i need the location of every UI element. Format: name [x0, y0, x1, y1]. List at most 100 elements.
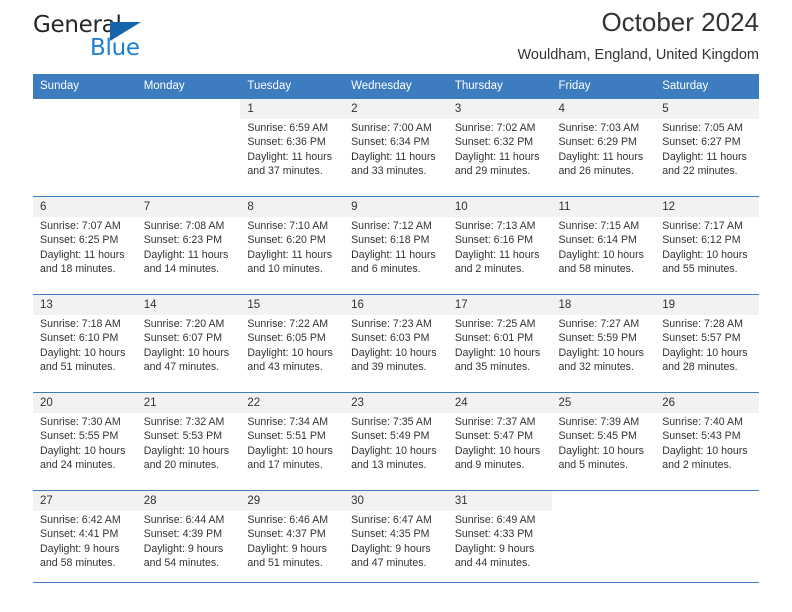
day-number-30[interactable]: 30 [344, 490, 448, 511]
day-detail-13: Sunrise: 7:18 AM Sunset: 6:10 PM Daylight:… [33, 315, 137, 386]
day-number-28[interactable]: 28 [136, 490, 241, 511]
day-detail-line: and 24 minutes. [40, 459, 116, 472]
day-detail-line: Sunrise: 7:22 AM [247, 318, 329, 330]
day-number-25[interactable]: 25 [551, 392, 656, 413]
day-detail-line: Sunrise: 7:02 AM [454, 122, 536, 134]
day-detail-empty [551, 511, 656, 582]
day-number-22[interactable]: 22 [240, 392, 345, 413]
week-daynumber-row: 12345 [33, 98, 759, 119]
day-number-2[interactable]: 2 [344, 98, 448, 119]
day-detail-line: Sunrise: 7:00 AM [351, 122, 432, 134]
week-detail-row: Sunrise: 6:59 AM Sunset: 6:36 PM Daylight:… [33, 119, 759, 190]
day-detail-line: and 20 minutes. [143, 459, 220, 472]
day-detail-line: Sunrise: 7:10 AM [247, 220, 329, 232]
day-detail-line: Daylight: 11 hours [247, 248, 333, 261]
day-detail-line: and 28 minutes. [662, 361, 738, 374]
day-detail-24: Sunrise: 7:37 AM Sunset: 5:47 PM Daylight:… [447, 413, 552, 484]
day-number-21[interactable]: 21 [136, 392, 241, 413]
day-number-23[interactable]: 23 [344, 392, 448, 413]
day-detail-line: Daylight: 9 hours [454, 542, 535, 555]
day-number-31[interactable]: 31 [447, 490, 552, 511]
day-detail-line: Sunrise: 6:42 AM [40, 514, 121, 526]
weekday-header-friday: Friday [551, 74, 656, 99]
day-detail-line: and 17 minutes. [247, 459, 323, 472]
day-detail-line: Sunset: 6:27 PM [662, 136, 741, 149]
day-detail-line: Daylight: 11 hours [40, 248, 125, 261]
day-detail-line: Daylight: 10 hours [143, 444, 230, 457]
day-number-29[interactable]: 29 [240, 490, 345, 511]
day-number-19[interactable]: 19 [655, 294, 759, 315]
day-detail-line: Daylight: 11 hours [351, 150, 436, 163]
day-detail-23: Sunrise: 7:35 AM Sunset: 5:49 PM Daylight:… [344, 413, 448, 484]
day-detail-line: and 18 minutes. [40, 263, 116, 276]
day-detail-line: Daylight: 11 hours [351, 248, 436, 261]
day-detail-line: Sunrise: 7:34 AM [247, 416, 329, 428]
day-number-9[interactable]: 9 [344, 196, 448, 217]
day-detail-10: Sunrise: 7:13 AM Sunset: 6:16 PM Daylight:… [447, 217, 552, 288]
day-number-1[interactable]: 1 [240, 98, 345, 119]
day-number-empty [136, 98, 241, 119]
day-detail-line: Daylight: 10 hours [40, 444, 126, 457]
day-number-24[interactable]: 24 [447, 392, 552, 413]
day-number-10[interactable]: 10 [447, 196, 552, 217]
day-number-6[interactable]: 6 [33, 196, 137, 217]
weekday-header-thursday: Thursday [447, 74, 552, 99]
calendar-bottom-rule [33, 582, 759, 584]
day-detail-line: Sunset: 6:14 PM [558, 234, 637, 247]
weekday-header-wednesday: Wednesday [344, 74, 448, 99]
day-detail-line: and 2 minutes. [454, 263, 525, 276]
day-detail-19: Sunrise: 7:28 AM Sunset: 5:57 PM Daylight:… [655, 315, 759, 386]
day-detail-empty [655, 511, 759, 582]
day-detail-line: Sunset: 5:43 PM [662, 430, 741, 443]
day-detail-line: and 5 minutes. [558, 459, 629, 472]
day-number-20[interactable]: 20 [33, 392, 137, 413]
day-detail-line: Sunset: 6:10 PM [40, 332, 119, 345]
day-number-27[interactable]: 27 [33, 490, 137, 511]
day-detail-line: Sunrise: 6:47 AM [351, 514, 432, 526]
day-number-17[interactable]: 17 [447, 294, 552, 315]
day-detail-line: and 13 minutes. [351, 459, 427, 472]
day-detail-29: Sunrise: 6:46 AM Sunset: 4:37 PM Daylight:… [240, 511, 345, 582]
day-number-15[interactable]: 15 [240, 294, 345, 315]
day-number-4[interactable]: 4 [551, 98, 656, 119]
day-detail-line: Daylight: 10 hours [351, 444, 437, 457]
day-detail-line: Sunset: 6:23 PM [143, 234, 223, 247]
day-number-18[interactable]: 18 [551, 294, 656, 315]
day-detail-28: Sunrise: 6:44 AM Sunset: 4:39 PM Daylight:… [136, 511, 241, 582]
day-number-12[interactable]: 12 [655, 196, 759, 217]
day-detail-line: Sunset: 6:18 PM [351, 234, 430, 247]
day-detail-line: Daylight: 10 hours [143, 346, 230, 359]
day-detail-15: Sunrise: 7:22 AM Sunset: 6:05 PM Daylight:… [240, 315, 345, 386]
page-header: General Blue October 2024 Wouldham, Engl… [33, 0, 759, 74]
day-number-5[interactable]: 5 [655, 98, 759, 119]
page-subtitle: Wouldham, England, United Kingdom [517, 46, 759, 63]
day-number-16[interactable]: 16 [344, 294, 448, 315]
day-number-3[interactable]: 3 [447, 98, 552, 119]
day-detail-line: Sunset: 6:20 PM [247, 234, 326, 247]
day-detail-line: and 10 minutes. [247, 263, 323, 276]
day-detail-5: Sunrise: 7:05 AM Sunset: 6:27 PM Daylight:… [655, 119, 759, 190]
day-detail-line: Daylight: 10 hours [351, 346, 437, 359]
day-detail-31: Sunrise: 6:49 AM Sunset: 4:33 PM Daylight:… [447, 511, 552, 582]
day-number-7[interactable]: 7 [136, 196, 241, 217]
weekday-header-sunday: Sunday [33, 74, 137, 99]
day-detail-22: Sunrise: 7:34 AM Sunset: 5:51 PM Daylight:… [240, 413, 345, 484]
day-detail-7: Sunrise: 7:08 AM Sunset: 6:23 PM Daylight:… [136, 217, 241, 288]
day-detail-line: Sunset: 4:33 PM [454, 528, 534, 541]
day-number-13[interactable]: 13 [33, 294, 137, 315]
day-detail-line: Sunrise: 7:28 AM [662, 318, 743, 330]
day-detail-line: Daylight: 10 hours [662, 346, 748, 359]
day-detail-line: Sunset: 5:45 PM [558, 430, 637, 443]
day-detail-line: Sunrise: 7:39 AM [558, 416, 640, 428]
day-number-14[interactable]: 14 [136, 294, 241, 315]
weekday-header-tuesday: Tuesday [240, 74, 345, 99]
day-number-26[interactable]: 26 [655, 392, 759, 413]
day-detail-line: Sunrise: 7:12 AM [351, 220, 432, 232]
day-detail-line: Sunset: 6:03 PM [351, 332, 430, 345]
day-number-11[interactable]: 11 [551, 196, 656, 217]
day-detail-line: Daylight: 10 hours [558, 346, 644, 359]
day-detail-line: Sunrise: 7:08 AM [143, 220, 225, 232]
day-number-8[interactable]: 8 [240, 196, 345, 217]
day-detail-line: Daylight: 10 hours [558, 444, 644, 457]
page-title: October 2024 [601, 7, 759, 37]
